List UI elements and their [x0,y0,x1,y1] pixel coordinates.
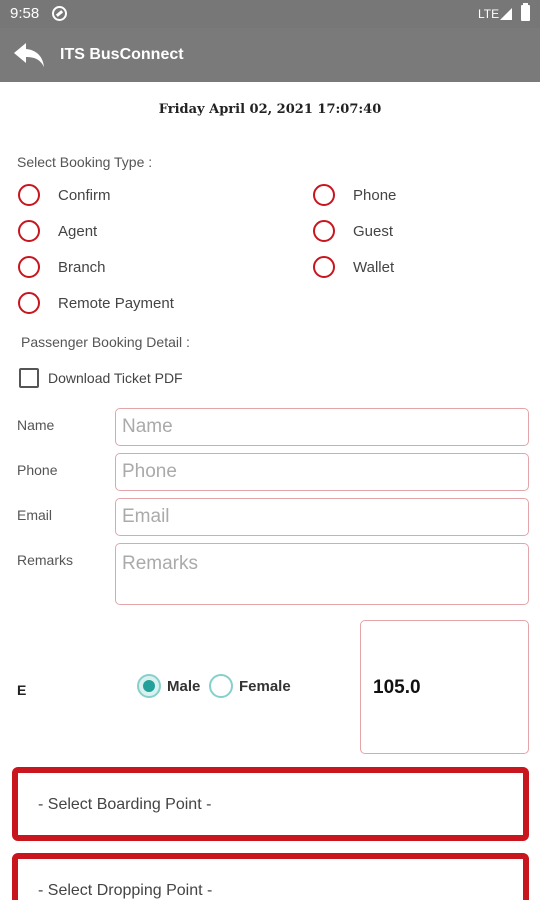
download-ticket-pdf-label: Download Ticket PDF [48,370,183,386]
radio-icon [18,184,40,206]
booking-datetime: Friday April 02, 2021 17:07:40 [158,102,382,117]
app-title: ITS BusConnect [60,46,184,63]
remarks-input[interactable] [115,543,529,605]
radio-icon [18,220,40,242]
booking-type-agent[interactable]: Agent [18,219,97,243]
dropping-point-text: - Select Dropping Point - [38,882,213,899]
boarding-point-select[interactable]: - Select Boarding Point - [12,767,529,841]
back-arrow-icon[interactable] [12,40,46,70]
booking-type-label-phone: Phone [353,186,397,204]
name-label: Name [17,417,55,433]
radio-icon [313,220,335,242]
do-not-disturb-icon [52,6,67,21]
booking-type-label-branch: Branch [58,258,106,276]
booking-type-label-wallet: Wallet [353,258,395,276]
fare-box: 105.0 [360,620,529,754]
fare-value: 105.0 [373,677,421,698]
app-toolbar: ITS BusConnect [0,28,540,82]
booking-type-label-agent: Agent [58,222,98,240]
name-input[interactable] [115,408,529,446]
radio-icon [313,256,335,278]
remarks-label: Remarks [17,552,74,568]
email-label: Email [17,507,53,523]
booking-type-remote-payment[interactable]: Remote Payment [18,291,174,315]
booking-type-label-guest: Guest [353,222,394,240]
radio-icon [18,256,40,278]
battery-icon [521,3,530,21]
status-time: 9:58 [10,5,40,22]
email-input[interactable] [115,498,529,536]
booking-type-wallet[interactable]: Wallet [313,255,394,279]
status-bar: 9:58 LTE [0,0,540,28]
boarding-point-text: - Select Boarding Point - [38,796,212,813]
network-type: LTE [478,7,500,21]
radio-checked-icon [137,674,161,698]
passenger-detail-label: Passenger Booking Detail : [21,334,190,350]
gender-prefix: E [17,682,27,698]
booking-type-label: Select Booking Type : [17,154,153,170]
download-ticket-pdf-checkbox[interactable] [19,368,39,388]
booking-type-phone[interactable]: Phone [313,183,396,207]
radio-icon [18,292,40,314]
dropping-point-select[interactable]: - Select Dropping Point - [12,853,529,900]
download-ticket-pdf-option[interactable]: Download Ticket PDF [19,368,183,388]
booking-type-confirm[interactable]: Confirm [18,183,111,207]
radio-icon [313,184,335,206]
booking-type-label-confirm: Confirm [58,186,111,204]
booking-type-branch[interactable]: Branch [18,255,106,279]
phone-input[interactable] [115,453,529,491]
booking-type-label-remote-payment: Remote Payment [58,294,174,312]
gender-female-option[interactable]: Female [209,674,291,698]
gender-male-label: Male [167,677,201,695]
gender-male-option[interactable]: Male [137,674,200,698]
signal-icon [500,8,512,20]
booking-type-guest[interactable]: Guest [313,219,393,243]
radio-icon [209,674,233,698]
phone-label: Phone [17,462,58,478]
gender-female-label: Female [239,677,291,695]
